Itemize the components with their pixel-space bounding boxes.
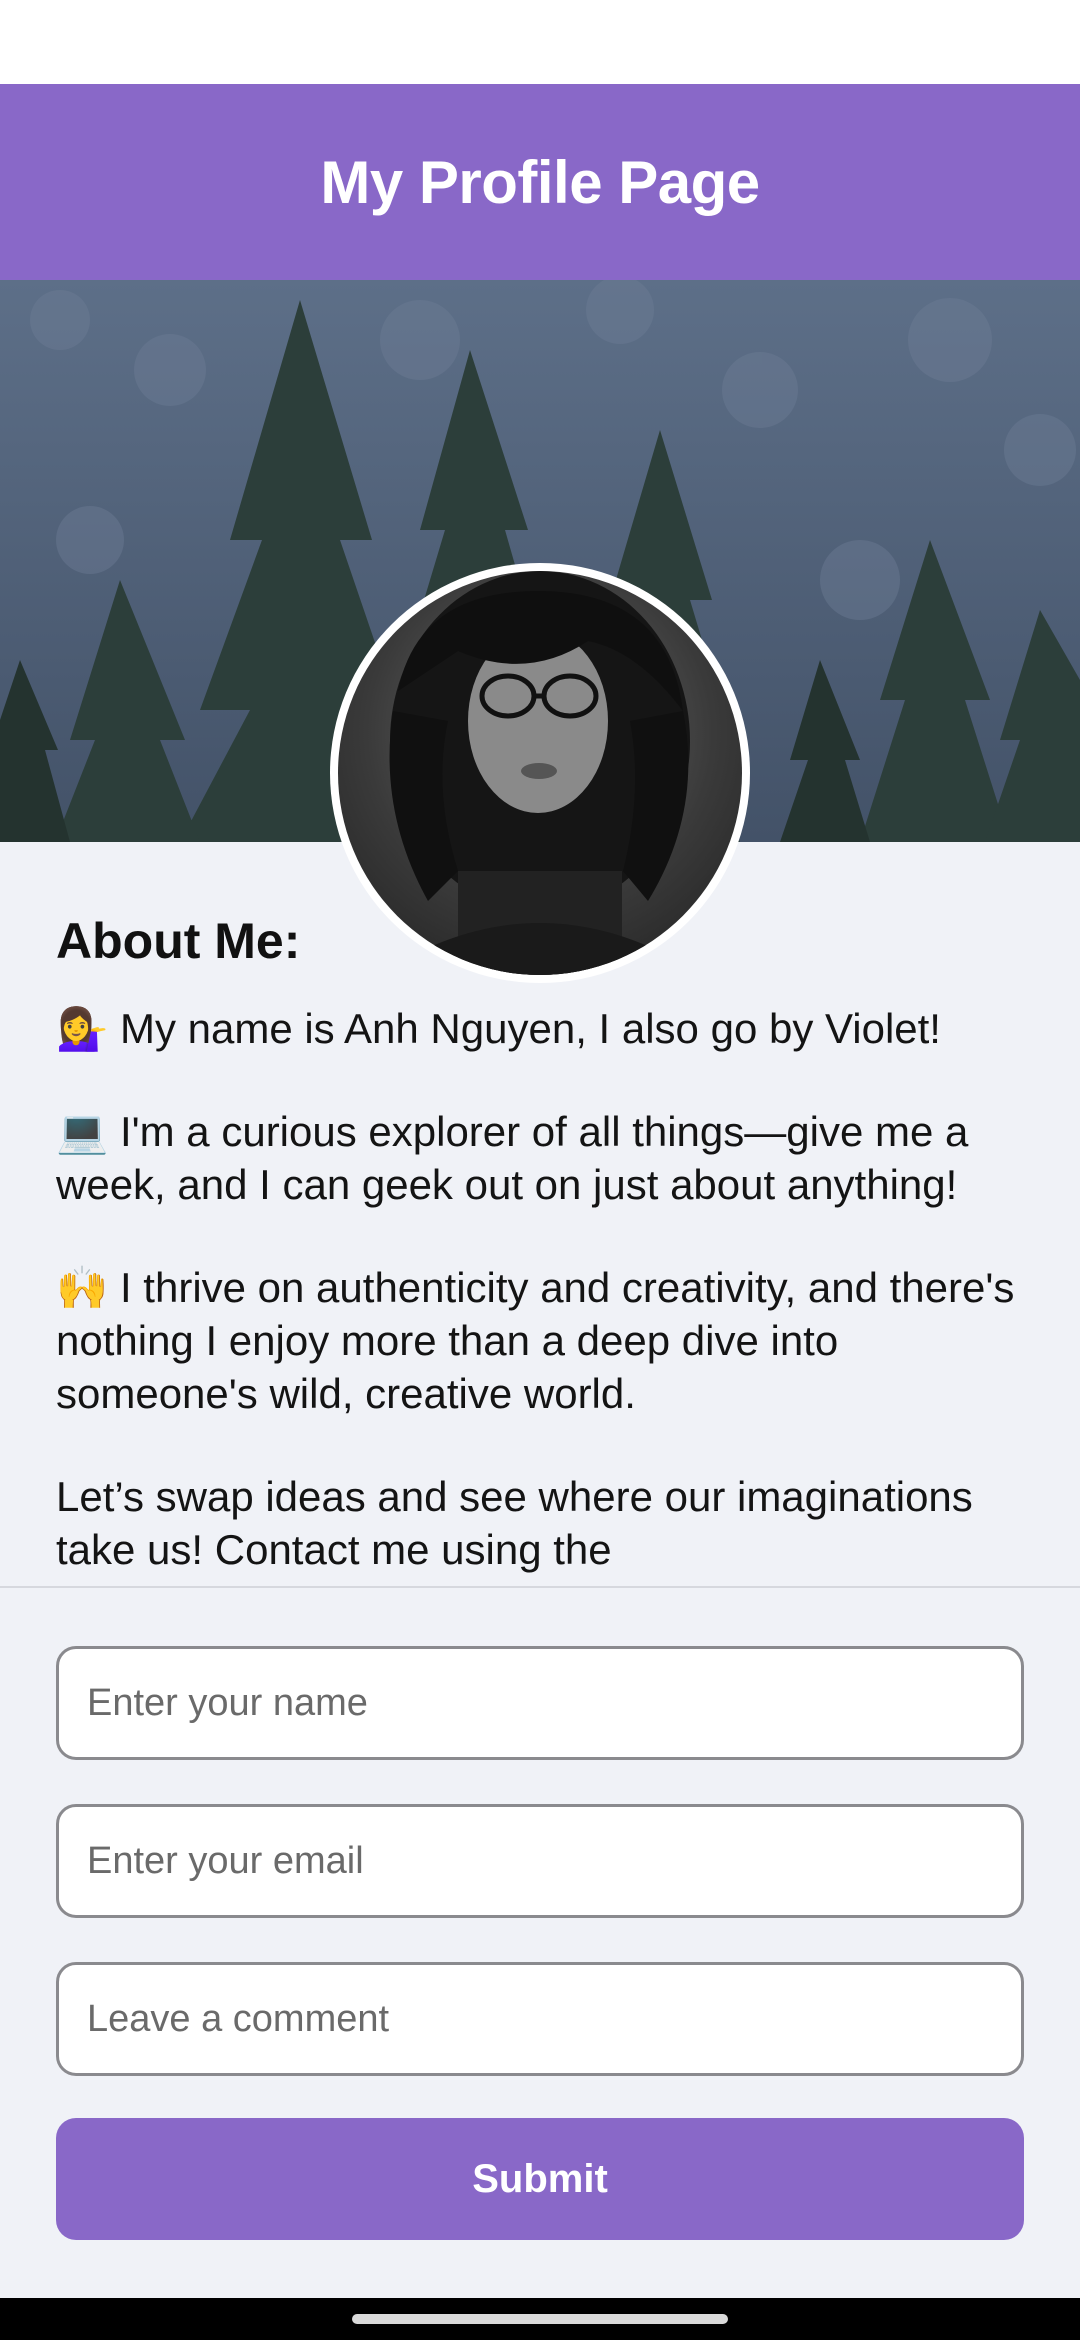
- avatar[interactable]: [330, 563, 750, 983]
- email-input[interactable]: [56, 1804, 1024, 1918]
- about-paragraph-intro: 💁‍♀️ My name is Anh Nguyen, I also go by…: [56, 1005, 941, 1052]
- portrait-illustration: [378, 571, 702, 975]
- home-indicator[interactable]: [352, 2314, 728, 2324]
- avatar-photo: [338, 571, 742, 975]
- contact-form: Submit: [56, 1646, 1024, 2240]
- submit-button[interactable]: Submit: [56, 2118, 1024, 2240]
- page-title: My Profile Page: [320, 148, 760, 216]
- status-bar: [0, 0, 1080, 84]
- section-divider: [0, 1586, 1080, 1588]
- name-input[interactable]: [56, 1646, 1024, 1760]
- comment-input[interactable]: [56, 1962, 1024, 2076]
- about-paragraph-explorer: 💻 I'm a curious explorer of all things—g…: [56, 1108, 969, 1208]
- about-body: 💁‍♀️ My name is Anh Nguyen, I also go by…: [56, 1002, 1036, 1587]
- about-paragraph-creativity: 🙌 I thrive on authenticity and creativit…: [56, 1264, 1015, 1417]
- about-paragraph-contact: Let’s swap ideas and see where our imagi…: [56, 1473, 973, 1573]
- about-heading: About Me:: [56, 913, 301, 969]
- system-nav-bar: [0, 2298, 1080, 2340]
- app-header: My Profile Page: [0, 84, 1080, 280]
